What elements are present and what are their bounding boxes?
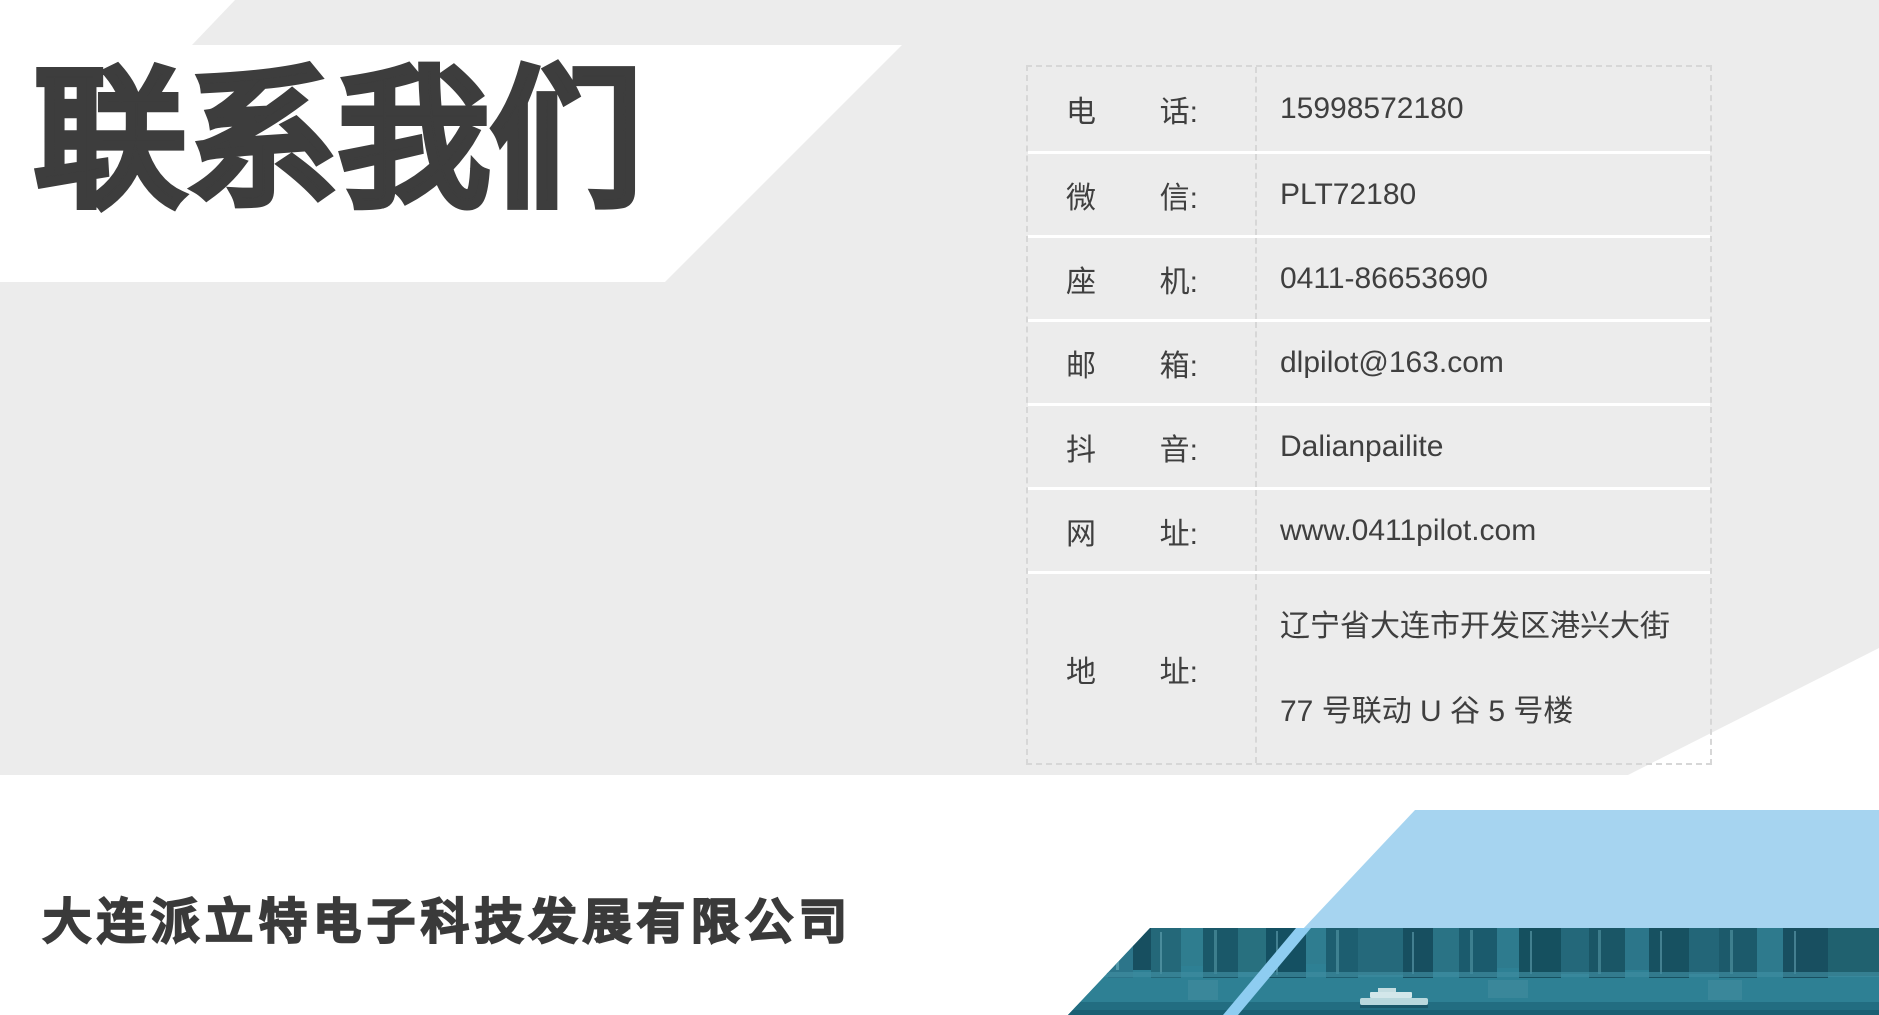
table-row-email: 邮 箱: dlpilot@163.com (1028, 319, 1710, 403)
table-row-address: 地 址: 辽宁省大连市开发区港兴大街 77 号联动 U 谷 5 号楼 (1028, 571, 1710, 763)
label-char-left: 邮 (1066, 341, 1096, 385)
label-char-left: 座 (1066, 257, 1096, 301)
label-char-left: 电 (1066, 87, 1096, 131)
label-char-right: 箱: (1160, 341, 1198, 385)
skyline-graphic (1068, 928, 1879, 1015)
wechat-value: PLT72180 (1257, 154, 1710, 235)
page-title: 联系我们 (34, 58, 642, 225)
label-char-right: 机: (1160, 257, 1198, 301)
table-row-landline: 座 机: 0411-86653690 (1028, 235, 1710, 319)
label-char-left: 网 (1066, 509, 1096, 553)
row-label: 电 话: (1028, 67, 1257, 151)
row-label: 地 址: (1028, 574, 1257, 763)
label-char-left: 抖 (1066, 425, 1096, 469)
label-char-right: 话: (1160, 87, 1198, 131)
address-line-1: 辽宁省大连市开发区港兴大街 (1280, 584, 1670, 669)
landline-value: 0411-86653690 (1257, 238, 1710, 319)
row-label: 网 址: (1028, 490, 1257, 571)
address-value: 辽宁省大连市开发区港兴大街 77 号联动 U 谷 5 号楼 (1257, 574, 1710, 763)
label-char-right: 址: (1160, 647, 1198, 691)
phone-value: 15998572180 (1257, 67, 1710, 151)
city-photo (1068, 928, 1879, 1015)
row-label: 邮 箱: (1028, 322, 1257, 403)
company-name: 大连派立特电子科技发展有限公司 (43, 882, 853, 952)
douyin-value: Dalianpailite (1257, 406, 1710, 487)
contact-slide: { "page": { "title": "联系我们", "company_na… (0, 0, 1879, 1015)
table-row-wechat: 微 信: PLT72180 (1028, 151, 1710, 235)
row-label: 微 信: (1028, 154, 1257, 235)
website-value: www.0411pilot.com (1257, 490, 1710, 571)
row-label: 抖 音: (1028, 406, 1257, 487)
label-char-left: 微 (1066, 173, 1096, 217)
contact-table: 电 话: 15998572180 微 信: PLT72180 座 机: 0411… (1026, 65, 1712, 765)
address-line-2: 77 号联动 U 谷 5 号楼 (1280, 669, 1573, 754)
label-char-left: 地 (1066, 647, 1096, 691)
table-row-phone: 电 话: 15998572180 (1028, 67, 1710, 151)
label-char-right: 音: (1160, 425, 1198, 469)
table-row-website: 网 址: www.0411pilot.com (1028, 487, 1710, 571)
table-row-douyin: 抖 音: Dalianpailite (1028, 403, 1710, 487)
email-value: dlpilot@163.com (1257, 322, 1710, 403)
blue-parallelogram (1223, 810, 1879, 930)
label-char-right: 信: (1160, 173, 1198, 217)
label-char-right: 址: (1160, 509, 1198, 553)
row-label: 座 机: (1028, 238, 1257, 319)
